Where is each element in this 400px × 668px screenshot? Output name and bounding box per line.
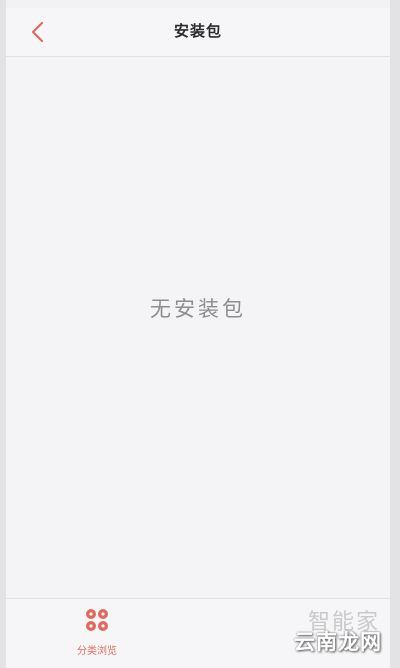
grid-dots-icon (86, 609, 108, 631)
empty-state-message: 无安装包 (150, 297, 246, 321)
tab-label: 分类浏览 (77, 646, 117, 657)
empty-content-area: 无安装包 (6, 57, 390, 598)
app-screen: 安装包 无安装包 分类浏览 智能家 云南龙网 (6, 0, 390, 668)
status-bar (6, 0, 390, 8)
watermark-badge: 云南龙网 (294, 630, 382, 654)
page-title: 安装包 (173, 22, 222, 40)
tab-category-browse[interactable]: 分类浏览 (62, 607, 132, 657)
navigation-bar: 安装包 (6, 8, 390, 57)
